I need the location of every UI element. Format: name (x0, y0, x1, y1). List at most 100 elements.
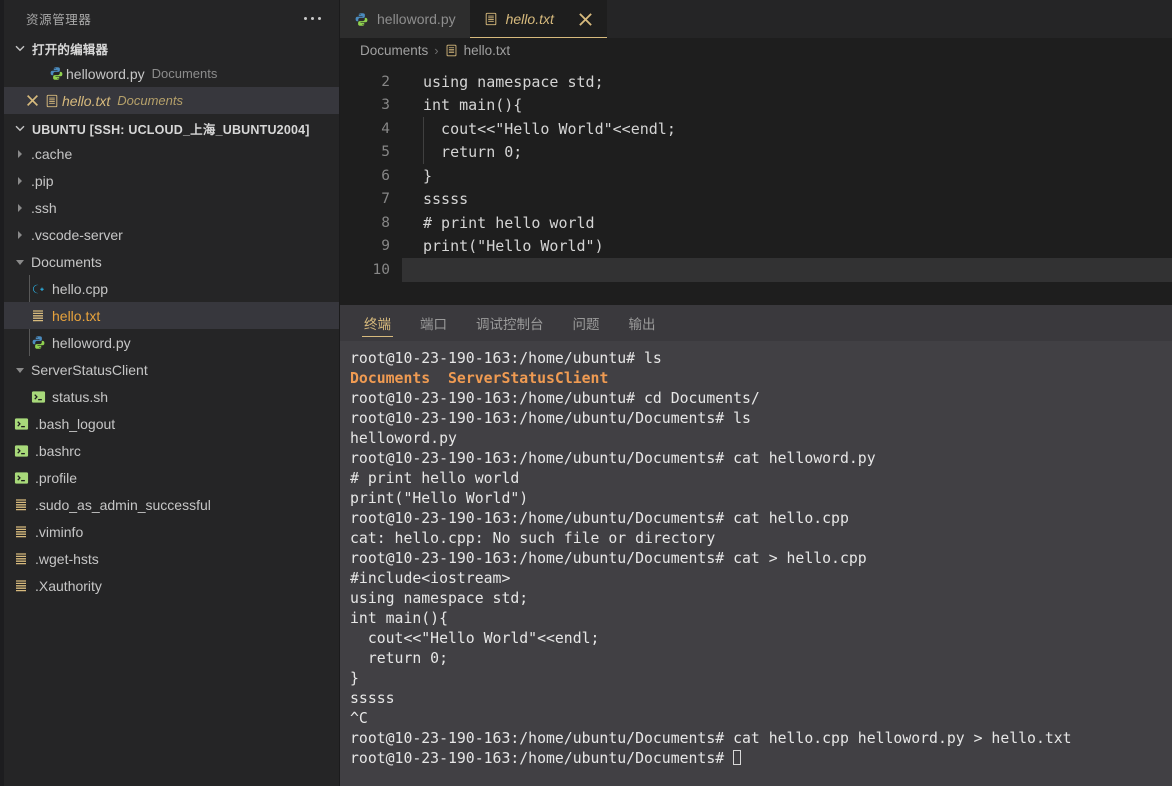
tree-row-label: .sudo_as_admin_successful (35, 496, 211, 513)
shell-file-icon (12, 417, 30, 431)
explorer-sidebar: 资源管理器 打开的编辑器 helloword.py Documents hell… (4, 0, 340, 786)
tab-label: helloword.py (377, 11, 456, 27)
chevron-right-icon[interactable] (12, 227, 28, 243)
tab-label: hello.txt (505, 11, 554, 27)
code-line[interactable]: 3 int main(){ (340, 94, 1172, 118)
tree-row-label: Documents (31, 253, 102, 270)
tree-row-bashrc[interactable]: .bashrc (4, 437, 339, 464)
open-editor-dir: Documents (151, 66, 218, 81)
code-line[interactable]: 2 using namespace std; (340, 70, 1172, 94)
terminal-prompt-line: root@10-23-190-163:/home/ubuntu# ls (350, 350, 662, 367)
tab-hello-txt[interactable]: hello.txt (469, 0, 608, 38)
tree-row-label: hello.txt (52, 307, 101, 324)
code-line[interactable]: 6} (340, 164, 1172, 188)
line-number: 6 (381, 167, 390, 184)
tree-row-hello-cpp[interactable]: hello.cpp (4, 275, 339, 302)
section-workspace[interactable]: UBUNTU [SSH: UCLOUD_上海_UBUNTU2004] (4, 116, 339, 140)
tree-row-documents[interactable]: Documents (4, 248, 339, 275)
chevron-down-icon[interactable] (12, 362, 28, 378)
code-line-text: } (423, 166, 433, 185)
terminal-output-line: using namespace std; (350, 590, 529, 607)
terminal-output-line: ^C (350, 710, 368, 727)
panel-tabbar: 终端 端口 调试控制台 问题 输出 (340, 305, 1172, 341)
close-icon[interactable] (578, 12, 593, 27)
text-file-icon (445, 44, 458, 57)
tree-row-status-sh[interactable]: status.sh (4, 383, 339, 410)
tree-row-sudo-as-admin-successful[interactable]: .sudo_as_admin_successful (4, 491, 339, 518)
line-number: 10 (372, 261, 390, 278)
tree-row-ssh[interactable]: .ssh (4, 194, 339, 221)
breadcrumb-file[interactable]: hello.txt (464, 43, 511, 58)
tree-row-xauthority[interactable]: .Xauthority (4, 572, 339, 599)
terminal-prompt-line: root@10-23-190-163:/home/ubuntu/Document… (350, 410, 751, 427)
tree-row-pip[interactable]: .pip (4, 167, 339, 194)
chevron-right-icon[interactable] (12, 200, 28, 216)
line-number: 2 (381, 73, 390, 90)
open-editor-name: hello.txt (62, 92, 111, 109)
code-line[interactable]: 4 cout<<"Hello World"<<endl; (340, 117, 1172, 141)
code-line-text: return 0; (402, 140, 1172, 164)
line-number: 8 (381, 214, 390, 231)
chevron-down-icon (12, 40, 28, 56)
tree-row-label: helloword.py (52, 334, 131, 351)
panel-tab-2[interactable]: 调试控制台 (474, 305, 546, 341)
tree-row-vscode-server[interactable]: .vscode-server (4, 221, 339, 248)
ellipsis-icon[interactable] (300, 13, 325, 24)
open-editor-item-hello-txt[interactable]: hello.txt Documents (4, 87, 339, 114)
code-line[interactable]: 8 # print hello world (340, 211, 1172, 235)
text-file-icon (29, 309, 47, 323)
code-line-text (402, 258, 1172, 282)
terminal-dir-entry: Documents (350, 370, 431, 387)
terminal-prompt-line: root@10-23-190-163:/home/ubuntu/Document… (350, 730, 1072, 747)
code-line-text: print("Hello World") (423, 237, 604, 256)
terminal-dir-entry: ServerStatusClient (448, 370, 609, 387)
tree-row-bash-logout[interactable]: .bash_logout (4, 410, 339, 437)
tree-row-cache[interactable]: .cache (4, 140, 339, 167)
chevron-right-icon[interactable] (12, 146, 28, 162)
bottom-panel: 终端 端口 调试控制台 问题 输出 root@10-23-190-163:/home/u… (340, 305, 1172, 786)
code-line-text: # print hello world (423, 213, 595, 232)
tree-row-label: .profile (35, 469, 78, 486)
section-label: 打开的编辑器 (32, 42, 109, 57)
terminal-cursor (733, 750, 742, 765)
terminal-output-line: cat: hello.cpp: No such file or director… (350, 530, 716, 547)
panel-tab-0[interactable]: 终端 (362, 305, 393, 341)
tree-row-label: .bashrc (35, 442, 81, 459)
tree-row-label: status.sh (52, 388, 109, 405)
chevron-right-icon: › (434, 42, 439, 58)
open-editor-item-helloword-py[interactable]: helloword.py Documents (4, 60, 339, 87)
tree-row-wget-hsts[interactable]: .wget-hsts (4, 545, 339, 572)
cpp-file-icon (29, 281, 47, 297)
terminal-prompt-line: root@10-23-190-163:/home/ubuntu/Document… (350, 450, 876, 467)
terminal-prompt-line: root@10-23-190-163:/home/ubuntu/Document… (350, 749, 1172, 769)
indent-guide (423, 117, 424, 141)
code-line[interactable]: 7 sssss (340, 188, 1172, 212)
open-editor-dir: Documents (117, 93, 183, 108)
terminal-output-line: cout<<"Hello World"<<endl; (350, 630, 600, 647)
code-line[interactable]: 5 return 0; (340, 140, 1172, 164)
tree-row-label: .cache (31, 145, 73, 162)
tree-row-profile[interactable]: .profile (4, 464, 339, 491)
section-open-editors[interactable]: 打开的编辑器 (4, 36, 339, 60)
close-icon[interactable] (22, 94, 42, 107)
line-number: 7 (381, 191, 390, 208)
chevron-down-icon[interactable] (12, 254, 28, 270)
code-editor[interactable]: 2 using namespace std; 3 int main(){4 cout<… (340, 62, 1172, 305)
code-line[interactable]: 10 (340, 258, 1172, 282)
panel-tab-1[interactable]: 端口 (418, 305, 449, 341)
breadcrumb-root[interactable]: Documents (360, 43, 428, 58)
shell-file-icon (12, 444, 30, 458)
chevron-right-icon[interactable] (12, 173, 28, 189)
tab-helloword-py[interactable]: helloword.py (340, 0, 470, 38)
tree-row-serverstatusclient[interactable]: ServerStatusClient (4, 356, 339, 383)
terminal-output-line: sssss (350, 690, 395, 707)
tree-row-helloword-py[interactable]: helloword.py (4, 329, 339, 356)
tree-row-hello-txt[interactable]: hello.txt (4, 302, 339, 329)
text-file-icon (42, 94, 62, 108)
tree-row-viminfo[interactable]: .viminfo (4, 518, 339, 545)
panel-tab-4[interactable]: 输出 (627, 305, 658, 341)
terminal-output[interactable]: root@10-23-190-163:/home/ubuntu# ls Docum… (340, 341, 1172, 786)
panel-tab-3[interactable]: 问题 (571, 305, 602, 341)
vscode-window: 资源管理器 打开的编辑器 helloword.py Documents hell… (0, 0, 1172, 786)
code-line[interactable]: 9 print("Hello World") (340, 235, 1172, 259)
